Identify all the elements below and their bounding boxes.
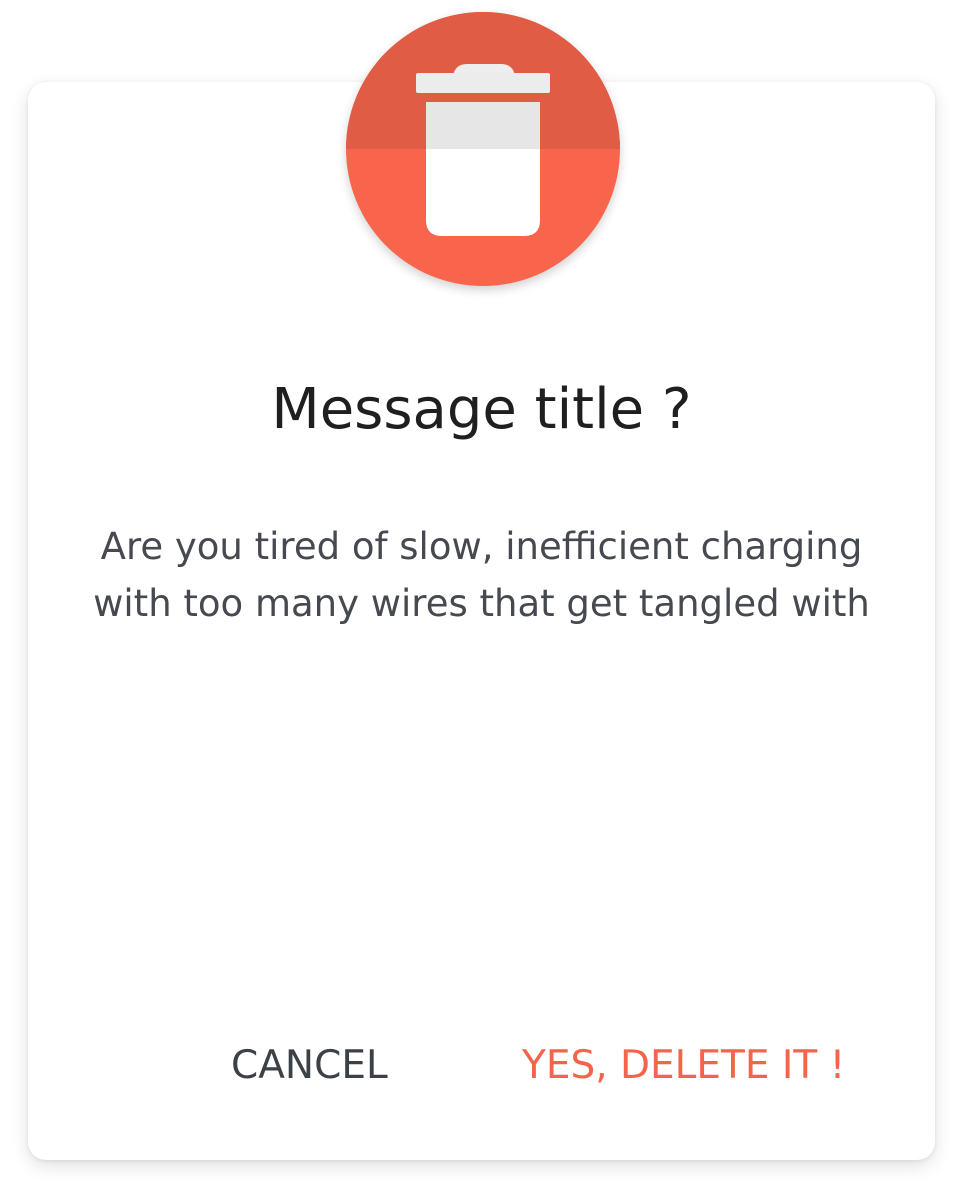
cancel-button[interactable]: CANCEL: [231, 1036, 388, 1096]
trash-icon: [346, 12, 620, 286]
screen: Message title ? Are you tired of slow, i…: [0, 0, 963, 1197]
dialog-message: Are you tired of slow, inefficient charg…: [60, 518, 903, 632]
trash-badge: [346, 12, 620, 286]
message-line: Are you tired of slow, inefficient charg…: [100, 525, 863, 568]
dialog-title: Message title ?: [271, 377, 692, 442]
confirm-delete-button[interactable]: YES, DELETE IT !: [522, 1036, 845, 1096]
message-line: with too many wires that get tangled wit…: [93, 582, 870, 625]
